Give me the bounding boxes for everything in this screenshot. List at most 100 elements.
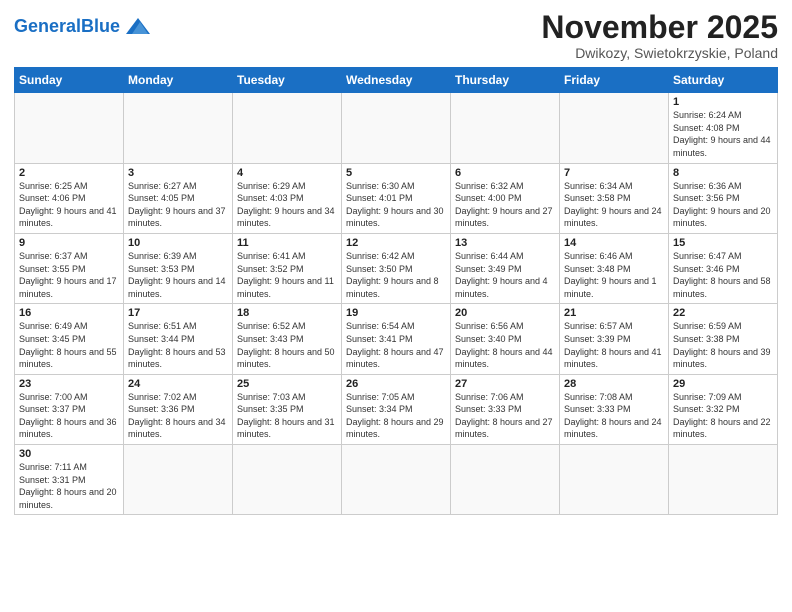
logo-wordmark: GeneralBlue <box>14 16 120 37</box>
day-number: 28 <box>564 378 664 390</box>
day-number: 22 <box>673 307 773 319</box>
day-number: 29 <box>673 378 773 390</box>
calendar-cell: 9Sunrise: 6:37 AM Sunset: 3:55 PM Daylig… <box>15 233 124 303</box>
calendar-cell: 13Sunrise: 6:44 AM Sunset: 3:49 PM Dayli… <box>451 233 560 303</box>
calendar-cell: 23Sunrise: 7:00 AM Sunset: 3:37 PM Dayli… <box>15 374 124 444</box>
day-number: 16 <box>19 307 119 319</box>
month-title: November 2025 <box>541 10 778 45</box>
day-number: 17 <box>128 307 228 319</box>
day-info: Sunrise: 6:39 AM Sunset: 3:53 PM Dayligh… <box>128 250 228 300</box>
day-info: Sunrise: 6:25 AM Sunset: 4:06 PM Dayligh… <box>19 180 119 230</box>
day-info: Sunrise: 6:51 AM Sunset: 3:44 PM Dayligh… <box>128 320 228 370</box>
calendar-table: SundayMondayTuesdayWednesdayThursdayFrid… <box>14 67 778 515</box>
calendar-cell: 29Sunrise: 7:09 AM Sunset: 3:32 PM Dayli… <box>669 374 778 444</box>
calendar-header-friday: Friday <box>560 68 669 93</box>
day-info: Sunrise: 6:46 AM Sunset: 3:48 PM Dayligh… <box>564 250 664 300</box>
day-number: 1 <box>673 96 773 108</box>
day-number: 25 <box>237 378 337 390</box>
day-info: Sunrise: 6:52 AM Sunset: 3:43 PM Dayligh… <box>237 320 337 370</box>
day-number: 6 <box>455 167 555 179</box>
day-info: Sunrise: 6:32 AM Sunset: 4:00 PM Dayligh… <box>455 180 555 230</box>
calendar-week-4: 23Sunrise: 7:00 AM Sunset: 3:37 PM Dayli… <box>15 374 778 444</box>
day-info: Sunrise: 6:34 AM Sunset: 3:58 PM Dayligh… <box>564 180 664 230</box>
calendar-week-3: 16Sunrise: 6:49 AM Sunset: 3:45 PM Dayli… <box>15 304 778 374</box>
day-info: Sunrise: 6:24 AM Sunset: 4:08 PM Dayligh… <box>673 109 773 159</box>
calendar-cell: 30Sunrise: 7:11 AM Sunset: 3:31 PM Dayli… <box>15 445 124 515</box>
day-info: Sunrise: 7:05 AM Sunset: 3:34 PM Dayligh… <box>346 391 446 441</box>
header: GeneralBlue November 2025 Dwikozy, Swiet… <box>14 10 778 61</box>
day-number: 24 <box>128 378 228 390</box>
calendar-cell: 16Sunrise: 6:49 AM Sunset: 3:45 PM Dayli… <box>15 304 124 374</box>
day-info: Sunrise: 6:36 AM Sunset: 3:56 PM Dayligh… <box>673 180 773 230</box>
day-info: Sunrise: 6:29 AM Sunset: 4:03 PM Dayligh… <box>237 180 337 230</box>
calendar-header-wednesday: Wednesday <box>342 68 451 93</box>
calendar-cell: 1Sunrise: 6:24 AM Sunset: 4:08 PM Daylig… <box>669 93 778 163</box>
day-info: Sunrise: 7:09 AM Sunset: 3:32 PM Dayligh… <box>673 391 773 441</box>
day-info: Sunrise: 6:41 AM Sunset: 3:52 PM Dayligh… <box>237 250 337 300</box>
calendar-cell <box>342 445 451 515</box>
day-number: 18 <box>237 307 337 319</box>
calendar-header-sunday: Sunday <box>15 68 124 93</box>
day-number: 15 <box>673 237 773 249</box>
calendar-week-5: 30Sunrise: 7:11 AM Sunset: 3:31 PM Dayli… <box>15 445 778 515</box>
calendar-week-2: 9Sunrise: 6:37 AM Sunset: 3:55 PM Daylig… <box>15 233 778 303</box>
calendar-cell: 22Sunrise: 6:59 AM Sunset: 3:38 PM Dayli… <box>669 304 778 374</box>
calendar-cell: 5Sunrise: 6:30 AM Sunset: 4:01 PM Daylig… <box>342 163 451 233</box>
day-info: Sunrise: 7:06 AM Sunset: 3:33 PM Dayligh… <box>455 391 555 441</box>
calendar-cell: 20Sunrise: 6:56 AM Sunset: 3:40 PM Dayli… <box>451 304 560 374</box>
day-number: 9 <box>19 237 119 249</box>
calendar-header-row: SundayMondayTuesdayWednesdayThursdayFrid… <box>15 68 778 93</box>
calendar-cell: 2Sunrise: 6:25 AM Sunset: 4:06 PM Daylig… <box>15 163 124 233</box>
calendar-cell: 7Sunrise: 6:34 AM Sunset: 3:58 PM Daylig… <box>560 163 669 233</box>
day-info: Sunrise: 6:42 AM Sunset: 3:50 PM Dayligh… <box>346 250 446 300</box>
day-number: 7 <box>564 167 664 179</box>
calendar-cell: 11Sunrise: 6:41 AM Sunset: 3:52 PM Dayli… <box>233 233 342 303</box>
day-number: 21 <box>564 307 664 319</box>
calendar-week-1: 2Sunrise: 6:25 AM Sunset: 4:06 PM Daylig… <box>15 163 778 233</box>
calendar-cell <box>233 445 342 515</box>
calendar-cell <box>15 93 124 163</box>
title-block: November 2025 Dwikozy, Swietokrzyskie, P… <box>541 10 778 61</box>
calendar-cell: 24Sunrise: 7:02 AM Sunset: 3:36 PM Dayli… <box>124 374 233 444</box>
calendar-cell <box>669 445 778 515</box>
calendar-cell: 14Sunrise: 6:46 AM Sunset: 3:48 PM Dayli… <box>560 233 669 303</box>
calendar-cell <box>451 93 560 163</box>
day-info: Sunrise: 7:11 AM Sunset: 3:31 PM Dayligh… <box>19 461 119 511</box>
day-info: Sunrise: 6:56 AM Sunset: 3:40 PM Dayligh… <box>455 320 555 370</box>
day-info: Sunrise: 6:57 AM Sunset: 3:39 PM Dayligh… <box>564 320 664 370</box>
day-number: 10 <box>128 237 228 249</box>
day-number: 13 <box>455 237 555 249</box>
calendar-cell: 17Sunrise: 6:51 AM Sunset: 3:44 PM Dayli… <box>124 304 233 374</box>
calendar-header-monday: Monday <box>124 68 233 93</box>
day-info: Sunrise: 6:27 AM Sunset: 4:05 PM Dayligh… <box>128 180 228 230</box>
page: GeneralBlue November 2025 Dwikozy, Swiet… <box>0 0 792 612</box>
calendar-cell: 28Sunrise: 7:08 AM Sunset: 3:33 PM Dayli… <box>560 374 669 444</box>
logo-icon <box>122 14 154 38</box>
calendar-cell: 25Sunrise: 7:03 AM Sunset: 3:35 PM Dayli… <box>233 374 342 444</box>
day-number: 5 <box>346 167 446 179</box>
logo: GeneralBlue <box>14 14 154 38</box>
calendar-cell <box>124 93 233 163</box>
day-info: Sunrise: 6:44 AM Sunset: 3:49 PM Dayligh… <box>455 250 555 300</box>
calendar-cell: 10Sunrise: 6:39 AM Sunset: 3:53 PM Dayli… <box>124 233 233 303</box>
calendar-cell <box>124 445 233 515</box>
day-number: 23 <box>19 378 119 390</box>
day-info: Sunrise: 6:54 AM Sunset: 3:41 PM Dayligh… <box>346 320 446 370</box>
day-number: 2 <box>19 167 119 179</box>
calendar-cell <box>560 93 669 163</box>
calendar-week-0: 1Sunrise: 6:24 AM Sunset: 4:08 PM Daylig… <box>15 93 778 163</box>
calendar-header-thursday: Thursday <box>451 68 560 93</box>
calendar-cell: 21Sunrise: 6:57 AM Sunset: 3:39 PM Dayli… <box>560 304 669 374</box>
day-info: Sunrise: 6:49 AM Sunset: 3:45 PM Dayligh… <box>19 320 119 370</box>
calendar-header-tuesday: Tuesday <box>233 68 342 93</box>
day-info: Sunrise: 6:30 AM Sunset: 4:01 PM Dayligh… <box>346 180 446 230</box>
calendar-cell: 15Sunrise: 6:47 AM Sunset: 3:46 PM Dayli… <box>669 233 778 303</box>
day-number: 19 <box>346 307 446 319</box>
calendar-cell: 6Sunrise: 6:32 AM Sunset: 4:00 PM Daylig… <box>451 163 560 233</box>
day-info: Sunrise: 7:08 AM Sunset: 3:33 PM Dayligh… <box>564 391 664 441</box>
calendar-cell: 26Sunrise: 7:05 AM Sunset: 3:34 PM Dayli… <box>342 374 451 444</box>
day-number: 12 <box>346 237 446 249</box>
calendar-header-saturday: Saturday <box>669 68 778 93</box>
day-number: 4 <box>237 167 337 179</box>
day-number: 11 <box>237 237 337 249</box>
